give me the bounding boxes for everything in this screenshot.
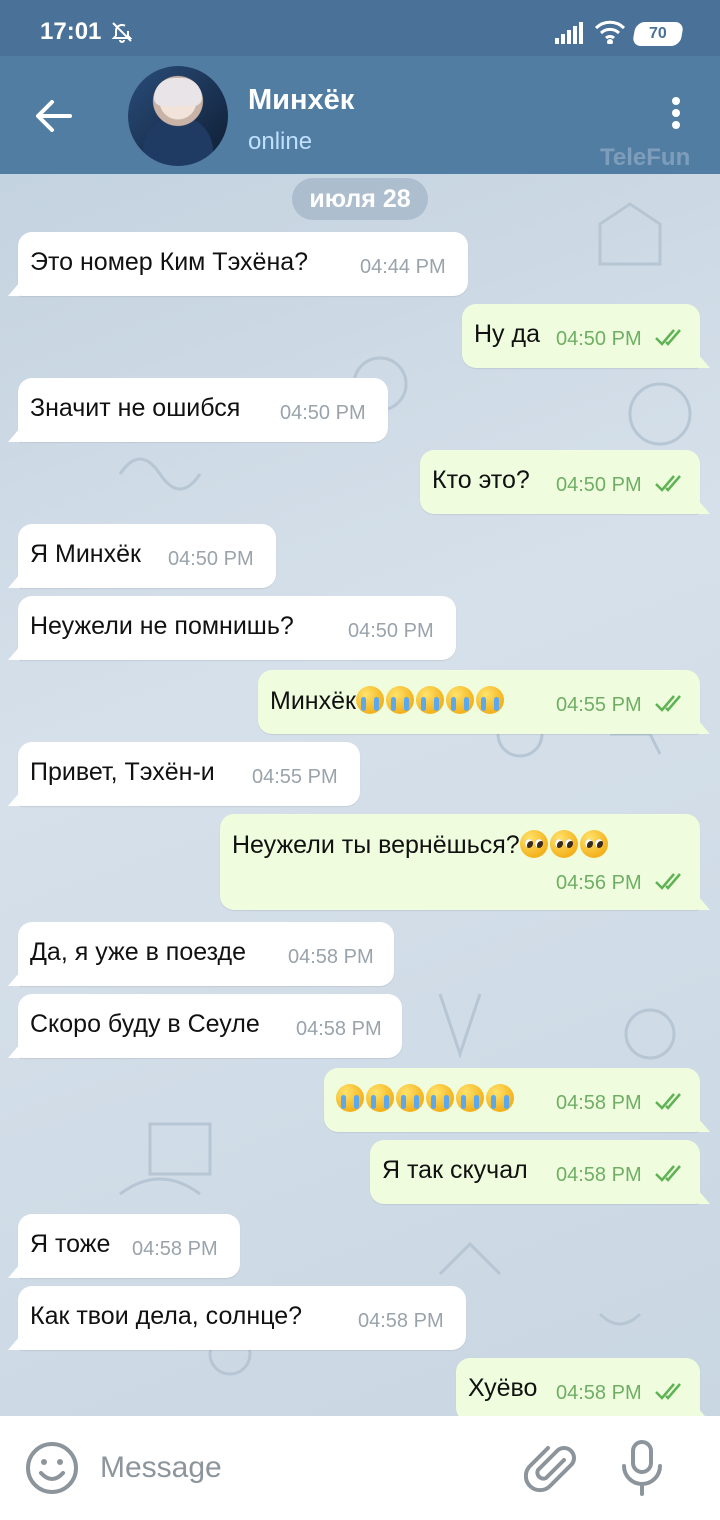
- loudly-crying-face-icon: [486, 1084, 514, 1112]
- message-time: 04:58 PM: [556, 1382, 642, 1404]
- message-time: 04:58 PM: [132, 1238, 218, 1260]
- message-incoming[interactable]: Это номер Ким Тэхёна? 04:44 PM: [8, 232, 468, 296]
- message-outgoing[interactable]: Я так скучал 04:58 PM: [370, 1140, 710, 1204]
- double-check-icon: [655, 1165, 681, 1182]
- pleading-face-icon: [579, 830, 608, 858]
- double-check-icon: [655, 1383, 681, 1400]
- message-input-bar: [0, 1416, 720, 1520]
- double-check-icon: [655, 695, 681, 712]
- message-outgoing[interactable]: Минхёк 04:55 PM: [258, 670, 710, 734]
- status-time: 17:01: [40, 18, 102, 45]
- contact-status: online: [248, 128, 313, 155]
- message-incoming[interactable]: Неужели не помнишь? 04:50 PM: [8, 596, 456, 660]
- loudly-crying-face-icon: [355, 686, 384, 714]
- message-time: 04:58 PM: [288, 946, 374, 968]
- message-time: 04:55 PM: [556, 694, 642, 716]
- loudly-crying-face-icon: [415, 686, 444, 714]
- message-outgoing[interactable]: Кто это? 04:50 PM: [420, 450, 710, 514]
- message-incoming[interactable]: Привет, Тэхён-и 04:55 PM: [8, 742, 360, 806]
- muted-bell-icon: [111, 22, 133, 43]
- message-incoming[interactable]: Значит не ошибся 04:50 PM: [8, 378, 388, 442]
- message-text: Кто это?: [432, 466, 530, 494]
- message-time: 04:50 PM: [556, 328, 642, 350]
- loudly-crying-face-icon: [396, 1084, 424, 1112]
- battery-icon: 70: [631, 22, 685, 46]
- message-incoming[interactable]: Я Минхёк 04:50 PM: [8, 524, 276, 588]
- message-time: 04:58 PM: [556, 1092, 642, 1114]
- double-check-icon: [655, 1093, 681, 1110]
- signal-icon: [555, 22, 583, 44]
- loudly-crying-face-icon: [445, 686, 474, 714]
- message-time: 04:58 PM: [358, 1310, 444, 1332]
- message-text: Я так скучал: [382, 1156, 528, 1184]
- message-time: 04:50 PM: [280, 402, 366, 424]
- pleading-face-icon: [549, 830, 578, 858]
- double-check-icon: [655, 475, 681, 492]
- message-incoming[interactable]: Скоро буду в Сеуле 04:58 PM: [8, 994, 402, 1058]
- message-incoming[interactable]: Я тоже 04:58 PM: [8, 1214, 240, 1278]
- back-arrow-icon[interactable]: [30, 96, 78, 136]
- more-menu-icon[interactable]: [660, 94, 692, 134]
- microphone-icon[interactable]: [618, 1438, 666, 1498]
- message-text: Неужели ты вернёшься?: [232, 831, 520, 859]
- message-text: Скоро буду в Сеуле: [30, 1010, 260, 1038]
- message-text: Ну да: [474, 320, 540, 348]
- message-text: Привет, Тэхён-и: [30, 758, 215, 786]
- message-text: Минхёк: [270, 687, 356, 715]
- message-time: 04:50 PM: [348, 620, 434, 642]
- date-chip: июля 28: [292, 178, 428, 220]
- loudly-crying-face-icon: [336, 1084, 364, 1112]
- message-time: 04:50 PM: [168, 548, 254, 570]
- message-outgoing[interactable]: Ну да 04:50 PM: [462, 304, 710, 368]
- message-time: 04:50 PM: [556, 474, 642, 496]
- message-time: 04:56 PM: [556, 872, 642, 894]
- message-text: Я Минхёк: [30, 540, 141, 568]
- emoji-icon[interactable]: [24, 1440, 80, 1496]
- message-outgoing[interactable]: 04:58 PM: [324, 1068, 710, 1132]
- message-outgoing[interactable]: Неужели ты вернёшься? 04:56 PM: [220, 814, 710, 910]
- pleading-face-icon: [519, 830, 548, 858]
- status-bar: 17:01 70: [0, 0, 720, 56]
- loudly-crying-face-icon: [366, 1084, 394, 1112]
- chat-area[interactable]: июля 28 Это номер Ким Тэхёна? 04:44 PM Н…: [0, 174, 720, 1416]
- loudly-crying-face-icon: [426, 1084, 454, 1112]
- message-text: Хуёво: [468, 1374, 538, 1402]
- message-time: 04:55 PM: [252, 766, 338, 788]
- loudly-crying-face-icon: [385, 686, 414, 714]
- message-time: 04:58 PM: [556, 1164, 642, 1186]
- message-text: Я тоже: [30, 1230, 111, 1258]
- message-time: 04:58 PM: [296, 1018, 382, 1040]
- message-incoming[interactable]: Да, я уже в поезде 04:58 PM: [8, 922, 394, 986]
- message-text: Да, я уже в поезде: [30, 938, 246, 966]
- message-text: Неужели не помнишь?: [30, 612, 294, 640]
- message-input[interactable]: [100, 1446, 500, 1490]
- battery-level: 70: [649, 25, 667, 42]
- message-text: Это номер Ким Тэхёна?: [30, 248, 309, 276]
- contact-name[interactable]: Минхёк: [248, 84, 354, 117]
- message-text: Значит не ошибся: [30, 394, 241, 422]
- double-check-icon: [655, 873, 681, 890]
- message-time: 04:44 PM: [360, 256, 446, 278]
- message-text: Как твои дела, солнце?: [30, 1302, 303, 1330]
- message-incoming[interactable]: Как твои дела, солнце? 04:58 PM: [8, 1286, 466, 1350]
- loudly-crying-face-icon: [456, 1084, 484, 1112]
- paperclip-icon[interactable]: [524, 1440, 580, 1496]
- message-outgoing[interactable]: Хуёво 04:58 PM: [456, 1358, 710, 1416]
- chat-header: Минхёк online TeleFun: [0, 56, 720, 174]
- double-check-icon: [655, 329, 681, 346]
- loudly-crying-face-icon: [475, 686, 504, 714]
- wifi-icon: [594, 20, 626, 44]
- contact-avatar[interactable]: [128, 66, 228, 166]
- watermark: TeleFun: [600, 144, 691, 171]
